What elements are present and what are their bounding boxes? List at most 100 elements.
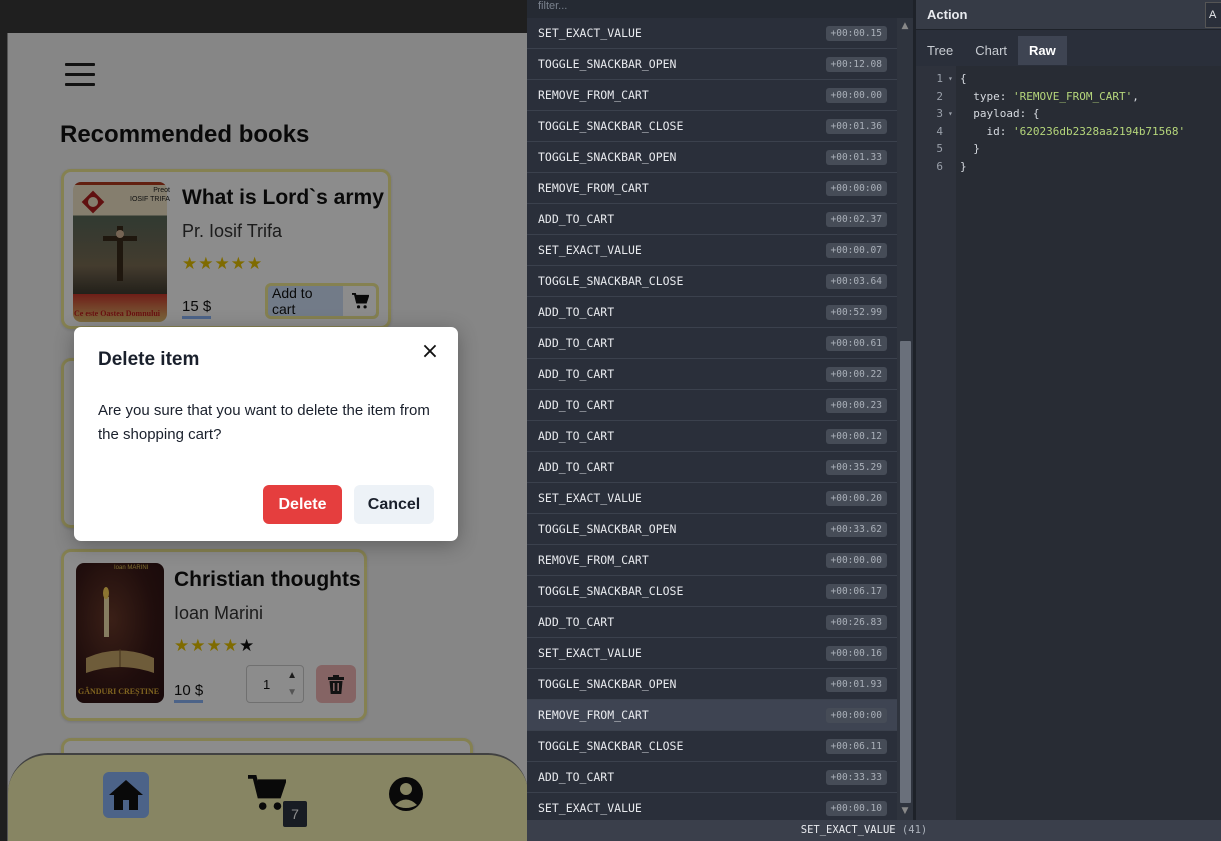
action-row[interactable]: ADD_TO_CART +00:26.83	[527, 607, 897, 638]
line-number: 3	[936, 107, 943, 120]
line-number: 5	[936, 142, 943, 155]
action-timestamp: +00:00.23	[825, 397, 887, 413]
action-timestamp: +00:35.29	[825, 459, 887, 475]
action-timestamp: +00:12.08	[825, 56, 887, 72]
action-name: REMOVE_FROM_CART	[538, 708, 649, 722]
redux-devtools-panel: filter... SET_EXACT_VALUE +00:00.15 TOGGLE…	[527, 0, 1221, 841]
delete-button[interactable]: Delete	[263, 485, 342, 524]
action-name: SET_EXACT_VALUE	[538, 26, 642, 40]
action-name: ADD_TO_CART	[538, 212, 615, 226]
dialog-message: Are you sure that you want to delete the…	[98, 402, 430, 443]
action-row[interactable]: SET_EXACT_VALUE +00:00.20	[527, 483, 897, 514]
code-text: }	[960, 159, 967, 173]
action-timestamp: +00:00.61	[825, 335, 887, 351]
action-name: SET_EXACT_VALUE	[538, 243, 642, 257]
action-name: REMOVE_FROM_CART	[538, 553, 649, 567]
scroll-up-icon[interactable]: ▲	[900, 21, 910, 31]
action-name: SET_EXACT_VALUE	[538, 646, 642, 660]
action-timestamp: +00:00.00	[825, 87, 887, 103]
action-row[interactable]: TOGGLE_SNACKBAR_CLOSE +00:06.17	[527, 576, 897, 607]
filter-input[interactable]: filter...	[527, 0, 915, 18]
fold-toggle-icon[interactable]: ▾	[948, 109, 953, 118]
action-row[interactable]: ADD_TO_CART +00:00.22	[527, 359, 897, 390]
code-string: '620236db2328aa2194b71568'	[1012, 124, 1186, 138]
action-row[interactable]: REMOVE_FROM_CART +00:00.00	[527, 545, 897, 576]
raw-code-view[interactable]: 1 ▾ {2 type: 'REMOVE_FROM_CART', 3 ▾ payload…	[916, 66, 1221, 820]
scroll-down-icon[interactable]: ▼	[900, 806, 910, 816]
action-row[interactable]: ADD_TO_CART +00:33.33	[527, 762, 897, 793]
action-name: ADD_TO_CART	[538, 305, 615, 319]
action-row[interactable]: ADD_TO_CART +00:35.29	[527, 452, 897, 483]
action-row[interactable]: SET_EXACT_VALUE +00:00.07	[527, 235, 897, 266]
action-timestamp: +00:00.12	[825, 428, 887, 444]
action-name: ADD_TO_CART	[538, 429, 615, 443]
action-row[interactable]: REMOVE_FROM_CART +00:00:00	[527, 173, 897, 204]
action-name: ADD_TO_CART	[538, 367, 615, 381]
close-icon[interactable]: ×	[420, 341, 440, 363]
action-row[interactable]: TOGGLE_SNACKBAR_OPEN +00:01.93	[527, 669, 897, 700]
action-row[interactable]: SET_EXACT_VALUE +00:00.15	[527, 18, 897, 49]
tab-tree[interactable]: Tree	[916, 36, 965, 65]
tab-raw[interactable]: Raw	[1018, 36, 1067, 65]
action-row[interactable]: ADD_TO_CART +00:00.23	[527, 390, 897, 421]
action-name: ADD_TO_CART	[538, 398, 615, 412]
action-list-scrollbar[interactable]: ▲ ▼	[897, 18, 913, 820]
action-timestamp: +00:06.17	[825, 583, 887, 599]
action-row[interactable]: ADD_TO_CART +00:00.61	[527, 328, 897, 359]
action-row[interactable]: ADD_TO_CART +00:02.37	[527, 204, 897, 235]
action-timestamp: +00:26.83	[825, 614, 887, 630]
action-row[interactable]: REMOVE_FROM_CART +00:00.00	[527, 80, 897, 111]
inspector-mode-button[interactable]: A	[1205, 2, 1221, 28]
action-timestamp: +00:00.22	[825, 366, 887, 382]
action-row[interactable]: TOGGLE_SNACKBAR_OPEN +00:12.08	[527, 49, 897, 80]
scroll-thumb[interactable]	[900, 341, 911, 803]
dialog-title: Delete item	[98, 349, 200, 370]
action-name: ADD_TO_CART	[538, 336, 615, 350]
code-text: payload: {	[960, 107, 1040, 120]
code-text: id: '620236db2328aa2194b71568'	[960, 124, 1186, 138]
delete-item-dialog: Delete item × Are you sure that you want…	[74, 327, 458, 541]
fold-toggle-icon[interactable]: ▾	[948, 74, 953, 83]
action-timestamp: +00:00.20	[825, 490, 887, 506]
status-bar: SET_EXACT_VALUE (41)	[527, 820, 1221, 841]
action-row[interactable]: TOGGLE_SNACKBAR_OPEN +00:01.33	[527, 142, 897, 173]
action-timestamp: +00:00.00	[825, 552, 887, 568]
status-action: SET_EXACT_VALUE	[800, 824, 896, 836]
action-timestamp: +00:01.93	[825, 676, 887, 692]
action-name: ADD_TO_CART	[538, 770, 615, 784]
action-timestamp: +00:02.37	[825, 211, 887, 227]
code-text: {	[960, 72, 967, 85]
action-inspector: Action A Tree Chart Raw 1 ▾ {2 type: 'REMO…	[916, 0, 1221, 820]
action-timestamp: +00:03.64	[825, 273, 887, 289]
action-timestamp: +00:06.11	[825, 738, 887, 754]
action-row[interactable]: TOGGLE_SNACKBAR_CLOSE +00:06.11	[527, 731, 897, 762]
action-name: SET_EXACT_VALUE	[538, 801, 642, 815]
code-text: type: 'REMOVE_FROM_CART',	[960, 89, 1139, 103]
action-row[interactable]: TOGGLE_SNACKBAR_OPEN +00:33.62	[527, 514, 897, 545]
action-timestamp: +00:00:00	[825, 180, 887, 196]
action-name: REMOVE_FROM_CART	[538, 181, 649, 195]
action-row[interactable]: REMOVE_FROM_CART +00:00:00	[527, 700, 897, 731]
line-number: 4	[936, 124, 943, 138]
action-row[interactable]: TOGGLE_SNACKBAR_CLOSE +00:03.64	[527, 266, 897, 297]
action-name: TOGGLE_SNACKBAR_CLOSE	[538, 119, 684, 133]
tab-chart[interactable]: Chart	[964, 36, 1019, 65]
action-name: TOGGLE_SNACKBAR_CLOSE	[538, 739, 684, 753]
line-number: 1	[936, 72, 943, 85]
action-row[interactable]: ADD_TO_CART +00:52.99	[527, 297, 897, 328]
inspector-header: Action A	[916, 0, 1221, 30]
action-row[interactable]: ADD_TO_CART +00:00.12	[527, 421, 897, 452]
action-name: TOGGLE_SNACKBAR_CLOSE	[538, 274, 684, 288]
line-number: 6	[936, 159, 943, 173]
action-name: TOGGLE_SNACKBAR_CLOSE	[538, 584, 684, 598]
action-name: TOGGLE_SNACKBAR_OPEN	[538, 150, 677, 164]
action-timestamp: +00:00.15	[825, 25, 887, 41]
action-row[interactable]: SET_EXACT_VALUE +00:00.16	[527, 638, 897, 669]
action-timestamp: +00:52.99	[825, 304, 887, 320]
action-timestamp: +00:01.33	[825, 149, 887, 165]
action-name: REMOVE_FROM_CART	[538, 88, 649, 102]
action-timestamp: +00:00.10	[825, 800, 887, 816]
status-count: (41)	[901, 824, 928, 836]
action-row[interactable]: TOGGLE_SNACKBAR_CLOSE +00:01.36	[527, 111, 897, 142]
cancel-button[interactable]: Cancel	[354, 485, 434, 524]
